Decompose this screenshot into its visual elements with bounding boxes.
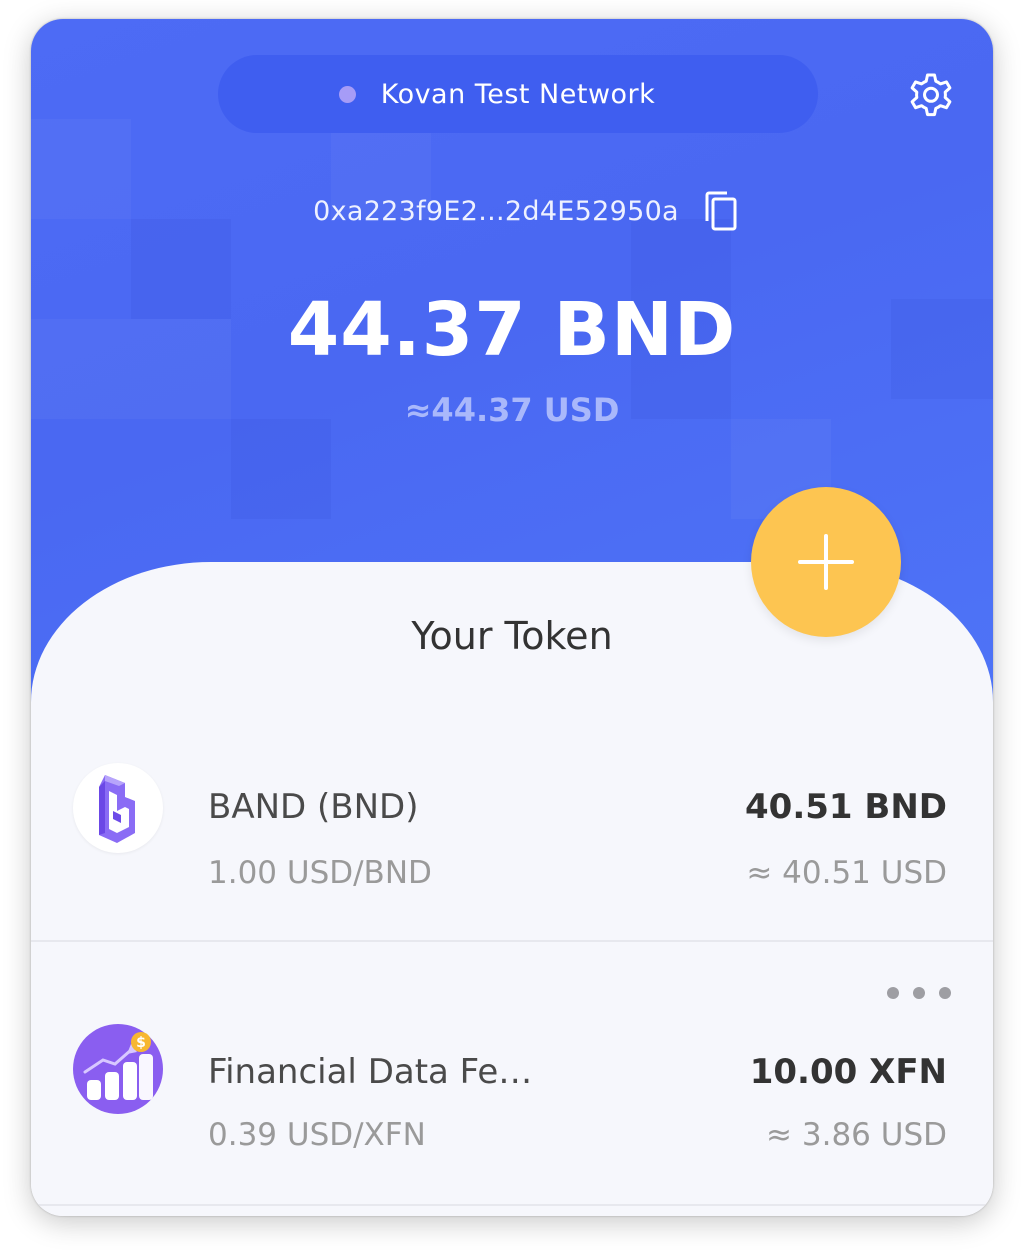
network-status-dot xyxy=(338,85,356,103)
token-usd-value: ≈ 3.86 USD xyxy=(766,1117,947,1153)
band-logo-icon xyxy=(73,763,163,853)
total-balance: 44.37 BND xyxy=(287,287,737,373)
gear-icon[interactable] xyxy=(903,67,959,123)
network-label: Kovan Test Network xyxy=(380,78,656,110)
token-amount: 10.00 XFN xyxy=(749,1052,947,1092)
wallet-window: Kovan Test Network 0xa223f9E2...2d4E5295… xyxy=(31,19,993,1216)
token-price: 0.39 USD/XFN xyxy=(208,1117,426,1153)
section-title: Your Token xyxy=(411,614,613,658)
token-name: BAND (BND) xyxy=(208,787,419,827)
address-row: 0xa223f9E2...2d4E52950a xyxy=(31,189,993,233)
total-balance-usd: ≈44.37 USD xyxy=(404,391,620,429)
row-divider xyxy=(31,1204,993,1206)
token-amount: 40.51 BND xyxy=(745,787,947,827)
plus-icon xyxy=(798,534,854,590)
wallet-address[interactable]: 0xa223f9E2...2d4E52950a xyxy=(313,196,679,227)
header-pattern-block xyxy=(231,419,331,519)
token-name: Financial Data Fe… xyxy=(208,1052,533,1092)
network-selector[interactable]: Kovan Test Network xyxy=(218,55,818,133)
copy-icon[interactable] xyxy=(701,189,741,233)
token-usd-value: ≈ 40.51 USD xyxy=(746,855,947,891)
token-row[interactable]: $ Financial Data Fe… 0.39 USD/XFN 10.00 … xyxy=(31,942,993,1184)
token-price: 1.00 USD/BND xyxy=(208,855,432,891)
token-row[interactable]: BAND (BND) 1.00 USD/BND 40.51 BND ≈ 40.5… xyxy=(31,699,993,941)
financial-chart-icon: $ xyxy=(73,1024,163,1114)
svg-text:$: $ xyxy=(136,1035,146,1051)
